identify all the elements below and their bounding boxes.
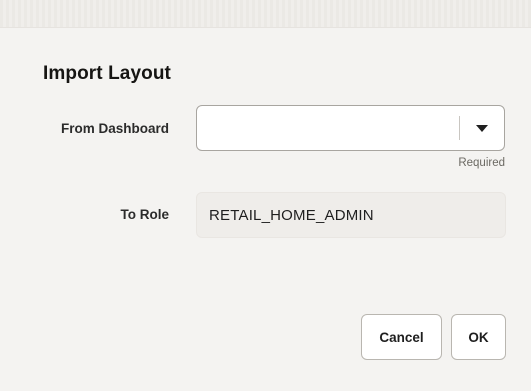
to-role-field: RETAIL_HOME_ADMIN — [196, 192, 506, 238]
from-dashboard-select[interactable] — [196, 105, 505, 151]
from-dashboard-label: From Dashboard — [60, 121, 169, 136]
caret-down-icon — [476, 125, 488, 132]
required-hint: Required — [458, 157, 505, 169]
to-role-value: RETAIL_HOME_ADMIN — [209, 207, 374, 224]
cancel-button[interactable]: Cancel — [361, 314, 442, 360]
ok-button[interactable]: OK — [451, 314, 506, 360]
to-role-label: To Role — [120, 207, 170, 222]
import-layout-dialog: Import Layout From Dashboard Required To… — [0, 0, 531, 391]
dialog-header-strip — [0, 0, 531, 28]
from-dashboard-dropdown-button[interactable] — [460, 106, 504, 150]
dialog-title: Import Layout — [43, 63, 171, 84]
